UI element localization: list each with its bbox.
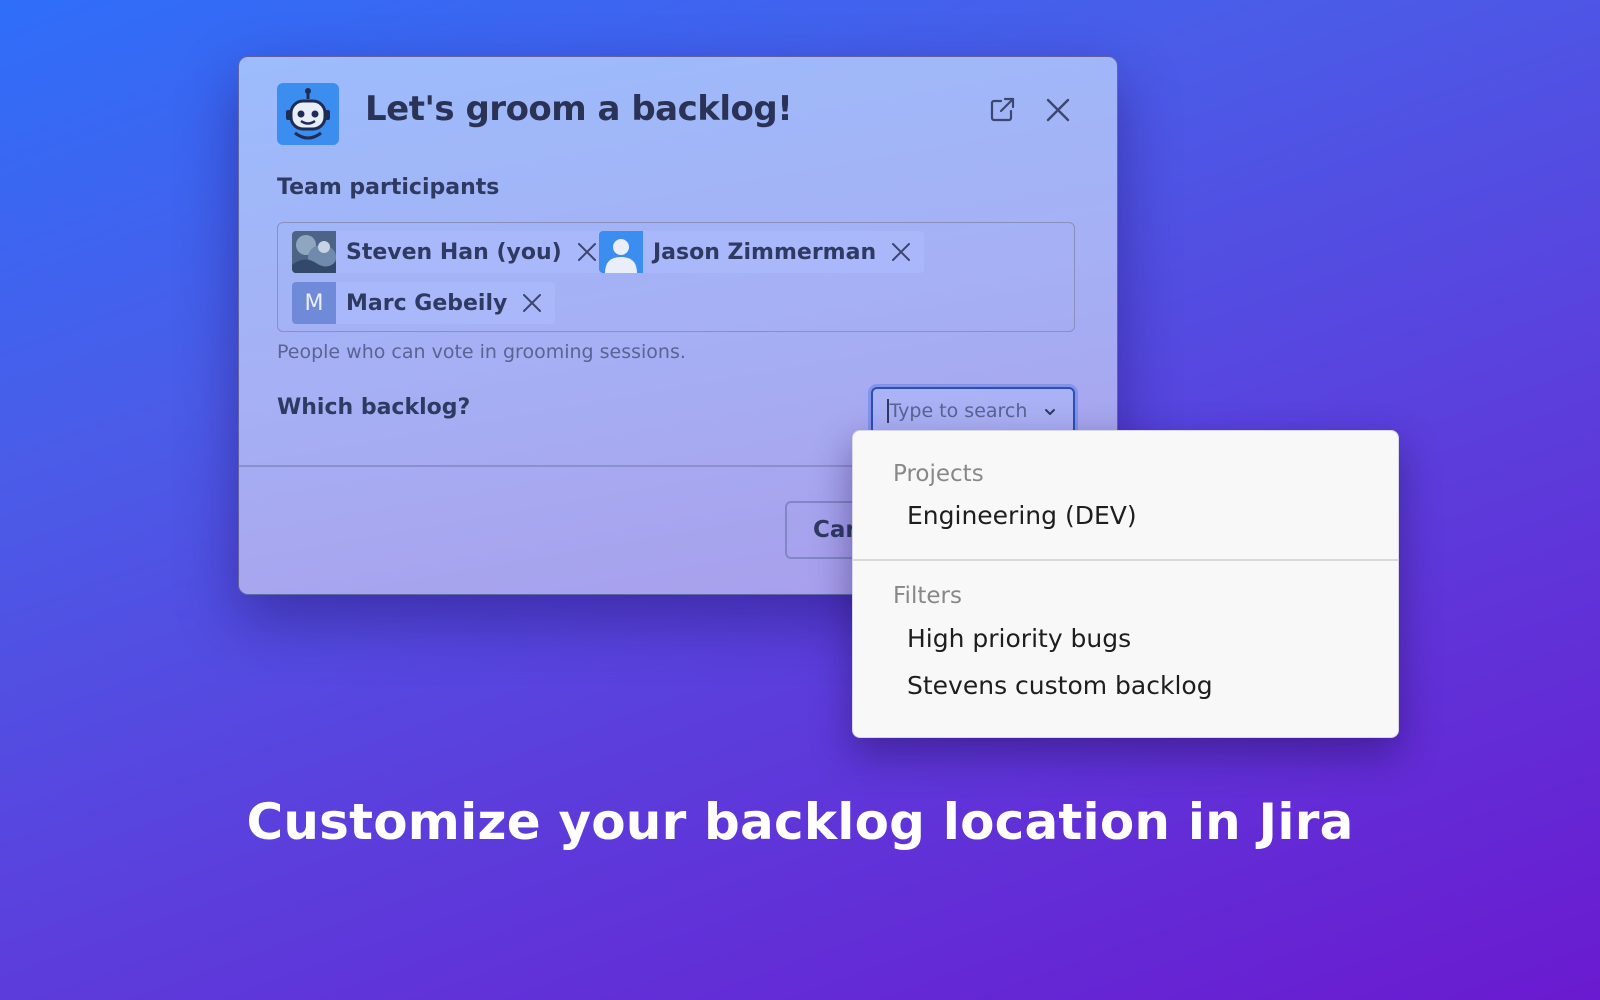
dropdown-option[interactable]: Stevens custom backlog xyxy=(853,666,1398,706)
dropdown-option[interactable]: Engineering (DEV) xyxy=(853,496,1398,536)
backlog-dropdown: Projects Engineering (DEV) Filters High … xyxy=(852,430,1399,738)
backlog-label: Which backlog? xyxy=(277,395,471,420)
remove-participant-icon[interactable] xyxy=(521,292,543,314)
dropdown-divider xyxy=(853,559,1398,561)
dropdown-group-filters: Filters xyxy=(893,583,962,609)
participant-tag: M Marc Gebeily xyxy=(292,282,556,324)
participants-label: Team participants xyxy=(277,175,500,200)
participants-hint: People who can vote in grooming sessions… xyxy=(277,341,686,363)
dropdown-option[interactable]: High priority bugs xyxy=(853,619,1398,659)
remove-participant-icon[interactable] xyxy=(576,241,598,263)
external-link-icon[interactable] xyxy=(987,95,1017,125)
person-icon xyxy=(599,231,643,273)
avatar: M xyxy=(292,282,336,324)
close-icon[interactable] xyxy=(1043,95,1073,125)
chevron-down-icon[interactable] xyxy=(1043,405,1057,419)
participants-field[interactable]: Steven Han (you) Jason Zimmerman M Marc … xyxy=(277,222,1075,332)
participant-name: Jason Zimmerman xyxy=(653,239,877,265)
dropdown-group-projects: Projects xyxy=(893,461,984,487)
participant-tag: Jason Zimmerman xyxy=(599,231,925,273)
avatar xyxy=(292,231,336,273)
participant-tag: Steven Han (you) xyxy=(292,231,610,273)
participant-name: Marc Gebeily xyxy=(346,290,508,316)
search-placeholder: Type to search xyxy=(889,400,1028,422)
robot-icon xyxy=(277,83,339,145)
marketing-caption: Customize your backlog location in Jira xyxy=(246,793,1354,851)
remove-participant-icon[interactable] xyxy=(890,241,912,263)
participant-name: Steven Han (you) xyxy=(346,239,562,265)
backlog-search-input[interactable]: Type to search xyxy=(871,387,1075,435)
text-caret xyxy=(887,399,889,423)
modal-title: Let's groom a backlog! xyxy=(365,89,793,129)
